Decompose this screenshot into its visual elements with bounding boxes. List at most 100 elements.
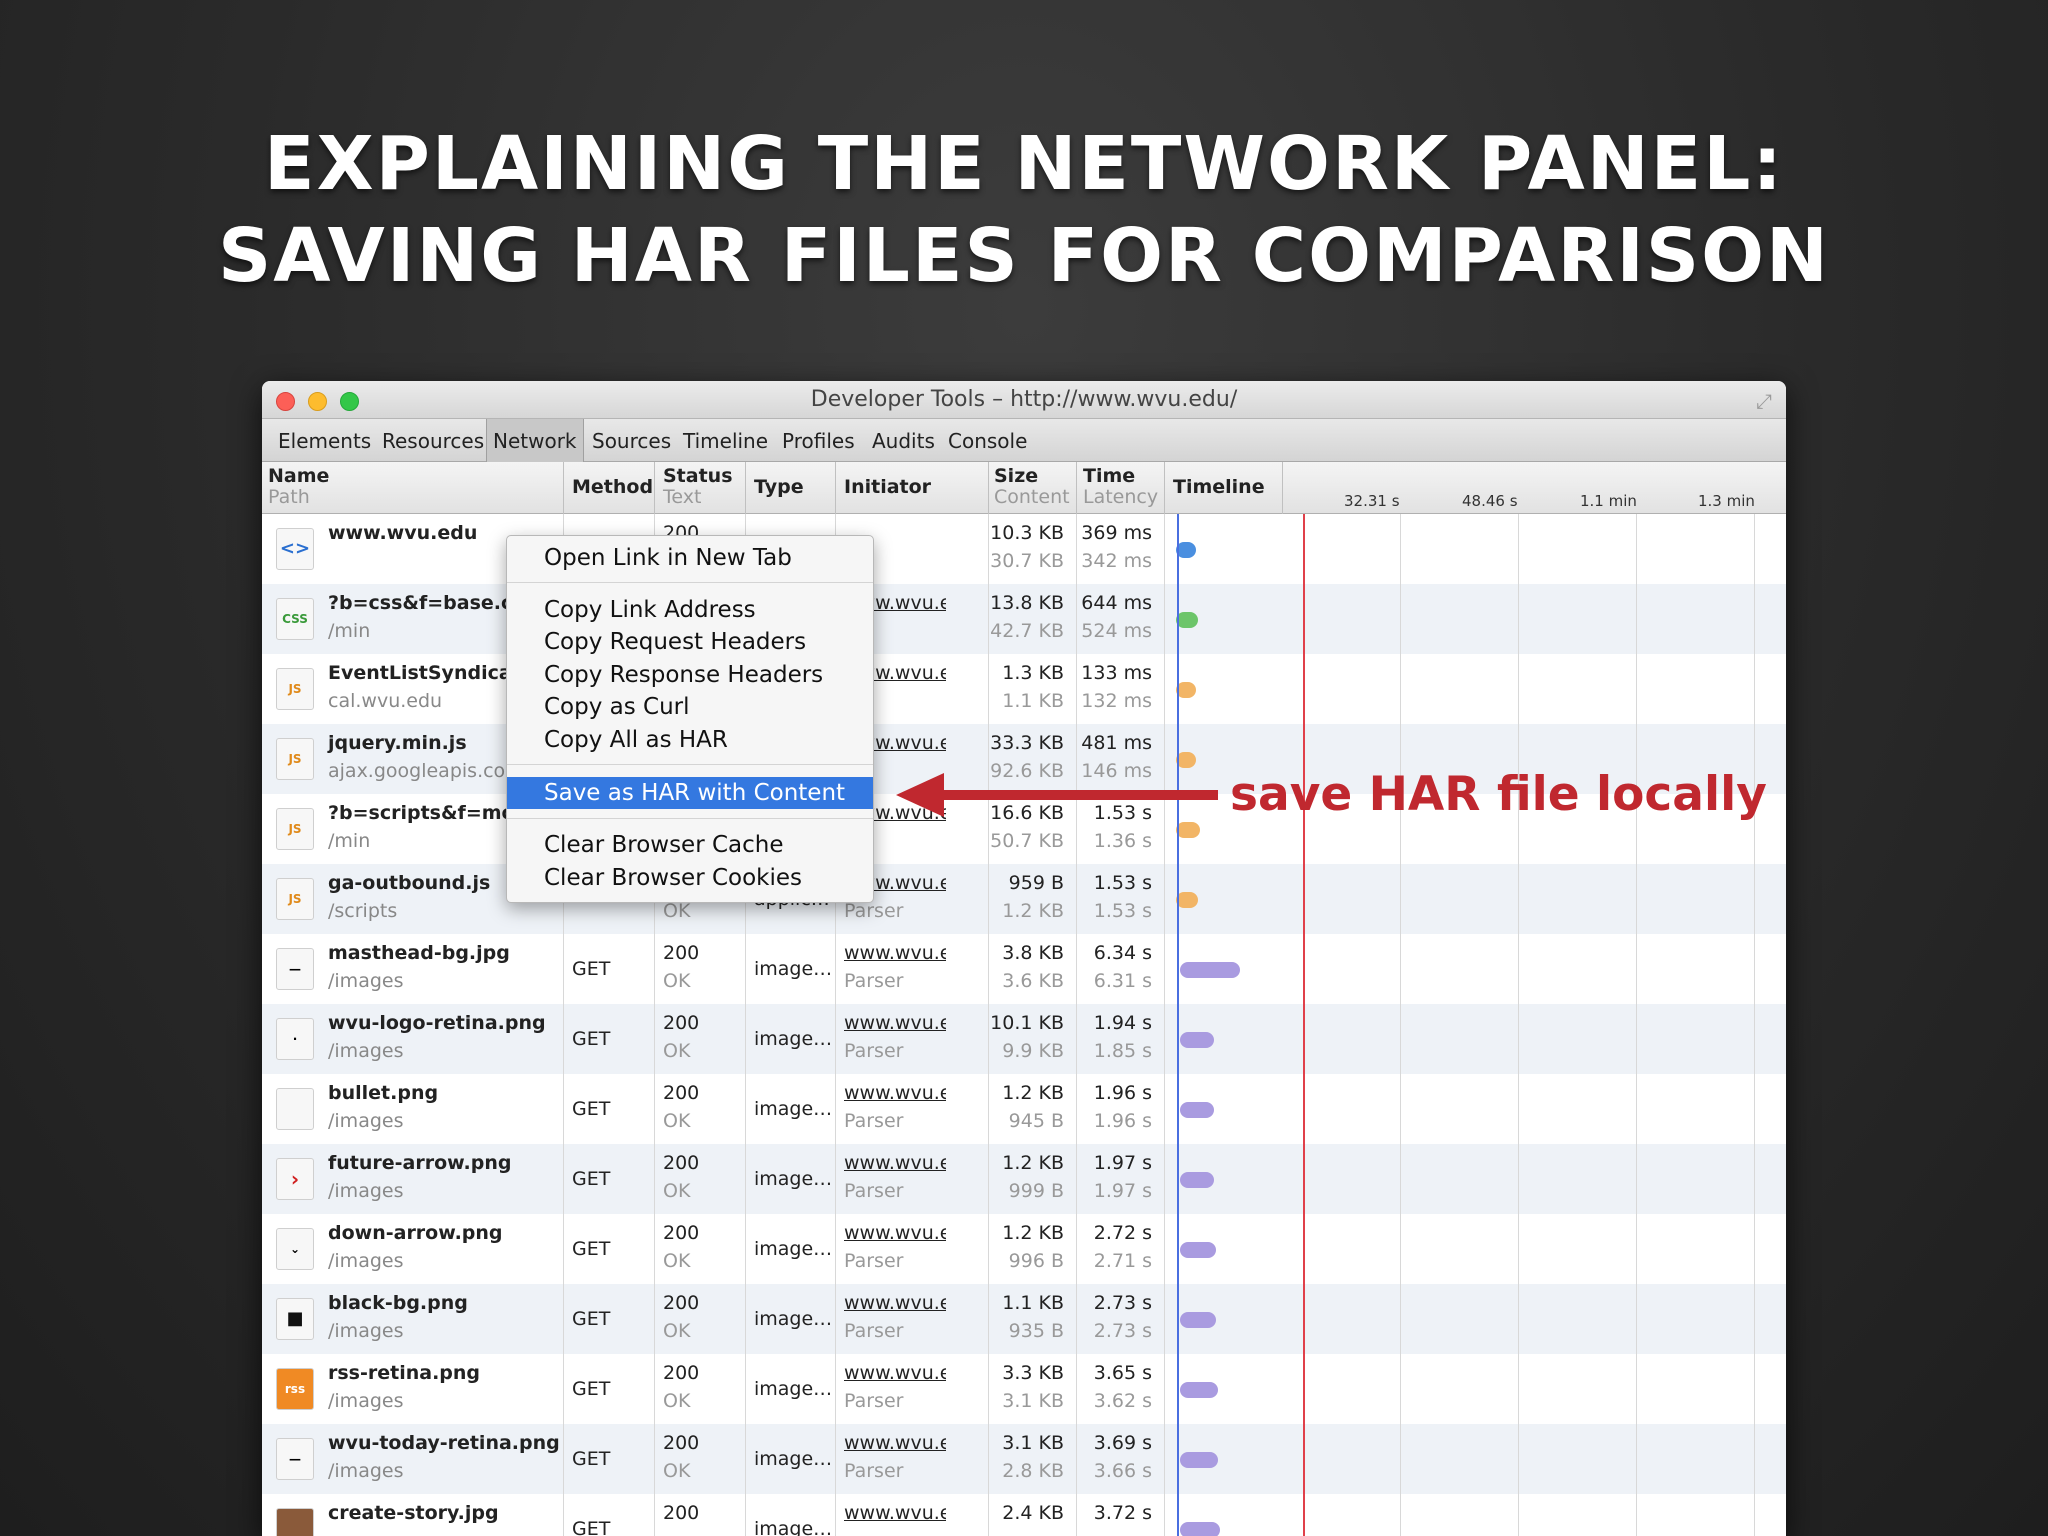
request-path: /min [328,620,371,642]
table-row[interactable]: JSga-outbound.js/scriptsOKapplic…www.wvu… [262,864,1786,934]
tab-sources[interactable]: Sources [586,427,677,455]
header-size[interactable]: Size Content [994,466,1070,508]
table-row[interactable]: img create-story.jpg GET 200 image… www.wvu.e… [262,1494,1786,1536]
request-size: 2.4 KB [1002,1502,1064,1524]
file-type-icon: JS [276,738,314,780]
header-method[interactable]: Method [572,477,653,498]
request-content-size: 1.2 KB [1002,900,1064,922]
request-content-size: 3.6 KB [1002,970,1064,992]
load-event-marker [1303,514,1305,1536]
menu-copy-response-headers[interactable]: Copy Response Headers [507,659,873,691]
request-method: GET [572,1518,611,1536]
request-content-size: 935 B [1008,1320,1064,1342]
file-type-icon: JS [276,668,314,710]
request-initiator[interactable]: www.wvu.edu: [844,1222,946,1244]
request-path: /images [328,1460,404,1482]
header-type[interactable]: Type [754,477,804,498]
table-row[interactable]: rss rss-retina.png/images GET 200 OK image… ww… [262,1354,1786,1424]
request-status: 200 [663,1432,700,1454]
request-latency: 6.31 s [1093,970,1152,992]
request-initiator[interactable]: www.wvu.edu: [844,942,946,964]
timeline-tick: 1.1 min [1580,492,1637,510]
request-path: /images [328,1390,404,1412]
menu-open-link-new-tab[interactable]: Open Link in New Tab [507,542,873,574]
request-time: 481 ms [1081,732,1152,754]
request-latency: 1.53 s [1093,900,1152,922]
request-status: 200 [663,1502,700,1524]
request-initiator[interactable]: www.wvu.edu: [844,1012,946,1034]
tab-elements[interactable]: Elements [272,427,377,455]
timeline-bar [1180,962,1240,978]
table-row[interactable]: <>www.wvu.edu200er10.3 KB30.7 KB369 ms34… [262,514,1786,584]
request-initiator[interactable]: www.wvu.edu: [844,1362,946,1384]
timeline-bar [1180,1312,1216,1328]
request-method: GET [572,1098,611,1120]
request-status-text: OK [663,1250,691,1272]
tab-profiles[interactable]: Profiles [776,427,861,455]
timeline-bar [1180,1452,1218,1468]
request-status-text: OK [663,970,691,992]
request-status-text: OK [663,1460,691,1482]
header-time[interactable]: Time Latency [1083,466,1158,508]
slide-title: EXPLAINING THE NETWORK PANEL: SAVING HAR… [0,118,2048,302]
request-path: /images [328,1110,404,1132]
table-row[interactable]: bullet.png/images GET 200 OK image… www.wvu.e… [262,1074,1786,1144]
header-status[interactable]: Status Text [663,466,733,508]
tab-console[interactable]: Console [942,427,1033,455]
request-latency: 132 ms [1081,690,1152,712]
timeline-bar [1180,1242,1216,1258]
request-initiator[interactable]: www.wvu.edu: [844,1082,946,1104]
menu-copy-all-as-har[interactable]: Copy All as HAR [507,724,873,756]
window-title: Developer Tools – http://www.wvu.edu/ [810,387,1238,412]
request-size: 13.8 KB [990,592,1064,614]
menu-copy-link-address[interactable]: Copy Link Address [507,594,873,626]
request-initiator-type: Parser [844,970,904,992]
menu-copy-request-headers[interactable]: Copy Request Headers [507,626,873,658]
table-row[interactable]: CSS?b=css&f=base.css/minwww.wvu.edu:ser1… [262,584,1786,654]
menu-copy-as-curl[interactable]: Copy as Curl [507,691,873,723]
request-name: EventListSyndicato [328,662,534,684]
table-row[interactable]: — masthead-bg.jpg/images GET 200 OK image… www… [262,934,1786,1004]
request-method: GET [572,1168,611,1190]
request-name: ?b=scripts&f=mod [328,802,529,824]
table-row[interactable]: — wvu-today-retina.png/images GET 200 OK imag… [262,1424,1786,1494]
menu-clear-browser-cookies[interactable]: Clear Browser Cookies [507,862,873,894]
table-row[interactable]: ■ black-bg.png/images GET 200 OK image… www.wv… [262,1284,1786,1354]
tab-audits[interactable]: Audits [866,427,941,455]
request-initiator[interactable]: www.wvu.edu: [844,1432,946,1454]
request-content-size: 3.1 KB [1002,1390,1064,1412]
table-row[interactable]: ⌄ down-arrow.png/images GET 200 OK image… www.… [262,1214,1786,1284]
request-initiator[interactable]: www.wvu.edu: [844,1152,946,1174]
header-timeline[interactable]: Timeline [1173,477,1265,498]
tab-resources[interactable]: Resources [376,427,490,455]
menu-save-as-har-with-content[interactable]: Save as HAR with Content [507,777,873,809]
request-path: cal.wvu.edu [328,690,443,712]
fullscreen-icon[interactable]: ⤢ [1756,389,1772,413]
table-row[interactable]: · wvu-logo-retina.png/images GET 200 OK image… [262,1004,1786,1074]
timeline-bar [1180,1032,1214,1048]
request-initiator-type: Parser [844,1250,904,1272]
header-initiator[interactable]: Initiator [844,477,931,498]
request-time: 1.94 s [1093,1012,1152,1034]
menu-clear-browser-cache[interactable]: Clear Browser Cache [507,829,873,861]
file-type-icon: img [276,1508,314,1536]
tab-timeline[interactable]: Timeline [677,427,774,455]
request-content-size: 50.7 KB [990,830,1064,852]
timeline-bar [1180,1382,1218,1398]
timeline-bar [1176,752,1196,768]
table-row[interactable]: › future-arrow.png/images GET 200 OK image… ww… [262,1144,1786,1214]
request-status-text: OK [663,1320,691,1342]
tab-network[interactable]: Network [486,419,584,462]
request-initiator[interactable]: www.wvu.edu: [844,1502,946,1524]
timeline-bar [1180,1102,1214,1118]
file-type-icon: — [276,948,314,990]
file-type-icon: ■ [276,1298,314,1340]
request-name: ga-outbound.js [328,872,491,894]
context-menu: Open Link in New Tab Copy Link Address C… [506,535,874,903]
request-initiator[interactable]: www.wvu.edu: [844,1292,946,1314]
annotation-label: save HAR file locally [1230,767,1767,822]
request-content-size: 9.9 KB [1002,1040,1064,1062]
request-name: rss-retina.png [328,1362,481,1384]
table-row[interactable]: JS EventListSyndicato cal.wvu.edu www.wvu.e… [262,654,1786,724]
header-name[interactable]: Name Path [268,466,329,508]
